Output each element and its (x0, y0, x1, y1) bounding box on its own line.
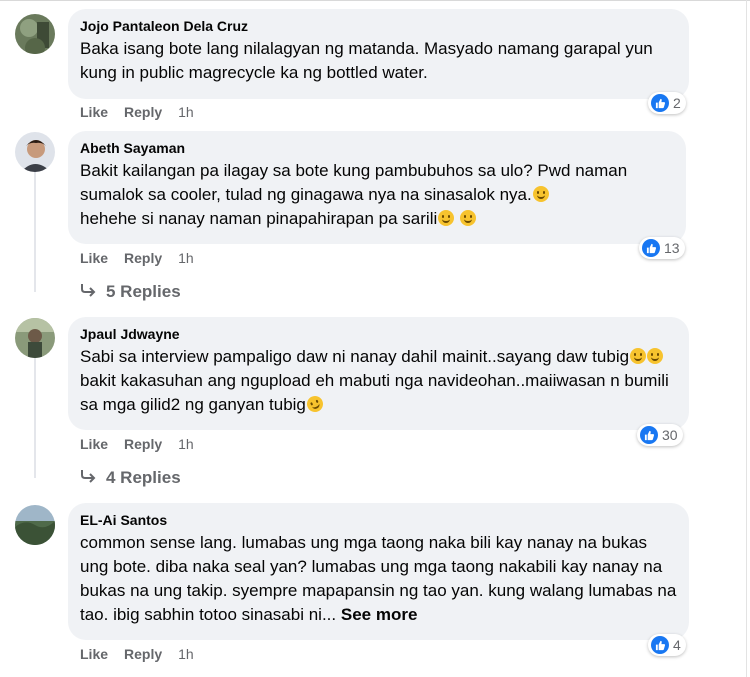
thumbs-up-icon (651, 636, 669, 654)
comment-actions: Like Reply 1h (80, 250, 194, 266)
comment-text-part: hehehe si nanay naman pinapahirapan pa s… (80, 209, 438, 228)
reply-button[interactable]: Reply (124, 646, 162, 662)
timestamp[interactable]: 1h (178, 436, 194, 452)
timestamp[interactable]: 1h (178, 250, 194, 266)
reaction-count[interactable]: 4 (648, 634, 686, 656)
comment-author[interactable]: EL-Ai Santos (80, 511, 677, 529)
reply-button[interactable]: Reply (124, 104, 162, 120)
grinning-sweat-emoji-icon (630, 348, 647, 364)
comment-text: Bakit kailangan pa ilagay sa bote kung p… (80, 159, 674, 231)
reply-button[interactable]: Reply (124, 250, 162, 266)
reaction-number: 13 (664, 240, 680, 256)
like-button[interactable]: Like (80, 646, 108, 662)
rolling-laughing-emoji-icon (304, 393, 326, 415)
avatar[interactable] (15, 318, 55, 358)
timestamp[interactable]: 1h (178, 104, 194, 120)
comment-author[interactable]: Jojo Pantaleon Dela Cruz (80, 17, 677, 35)
like-button[interactable]: Like (80, 436, 108, 452)
grinning-sweat-emoji-icon (438, 210, 455, 226)
reaction-number: 30 (662, 427, 678, 443)
comment-bubble: Jojo Pantaleon Dela Cruz Baka isang bote… (68, 9, 689, 99)
reaction-number: 2 (673, 95, 681, 111)
reaction-count[interactable]: 30 (637, 424, 683, 446)
reply-arrow-icon (80, 468, 96, 488)
comment-text-part: bakit kakasuhan ang ngupload eh mabuti n… (80, 371, 674, 414)
like-button[interactable]: Like (80, 104, 108, 120)
avatar[interactable] (15, 505, 55, 545)
reaction-number: 4 (673, 637, 681, 653)
comment-text-part: Sabi sa interview pampaligo daw ni nanay… (80, 347, 630, 366)
comment-author[interactable]: Jpaul Jdwayne (80, 325, 677, 343)
replies-label: 4 Replies (106, 468, 181, 487)
comment-author[interactable]: Abeth Sayaman (80, 139, 674, 157)
frame-border (0, 0, 750, 1)
thread-line (34, 172, 36, 292)
grinning-sweat-emoji-icon (532, 186, 549, 202)
reaction-count[interactable]: 13 (639, 237, 685, 259)
comment-bubble: EL-Ai Santos common sense lang. lumabas … (68, 503, 689, 640)
frame-border-right (746, 0, 747, 677)
avatar[interactable] (15, 132, 55, 172)
view-replies-button[interactable]: 4 Replies (80, 468, 181, 488)
comment-actions: Like Reply 1h (80, 436, 194, 452)
grinning-sweat-emoji-icon (460, 210, 476, 226)
thread-line (34, 358, 36, 478)
comment-actions: Like Reply 1h (80, 646, 194, 662)
comment-text-part: Bakit kailangan pa ilagay sa bote kung p… (80, 161, 632, 204)
comment-bubble: Abeth Sayaman Bakit kailangan pa ilagay … (68, 131, 686, 244)
comment-bubble: Jpaul Jdwayne Sabi sa interview pampalig… (68, 317, 689, 430)
comment-text: Sabi sa interview pampaligo daw ni nanay… (80, 345, 677, 417)
view-replies-button[interactable]: 5 Replies (80, 282, 181, 302)
see-more-link[interactable]: See more (341, 605, 418, 624)
timestamp[interactable]: 1h (178, 646, 194, 662)
avatar[interactable] (15, 14, 55, 54)
like-button[interactable]: Like (80, 250, 108, 266)
comment-actions: Like Reply 1h (80, 104, 194, 120)
thumbs-up-icon (640, 426, 658, 444)
reply-arrow-icon (80, 282, 96, 302)
replies-label: 5 Replies (106, 282, 181, 301)
thumbs-up-icon (642, 239, 660, 257)
thumbs-up-icon (651, 94, 669, 112)
grinning-sweat-emoji-icon (647, 348, 664, 364)
comment-text: common sense lang. lumabas ung mga taong… (80, 531, 677, 627)
reply-button[interactable]: Reply (124, 436, 162, 452)
comment-text: Baka isang bote lang nilalagyan ng matan… (80, 39, 658, 82)
reaction-count[interactable]: 2 (648, 92, 686, 114)
